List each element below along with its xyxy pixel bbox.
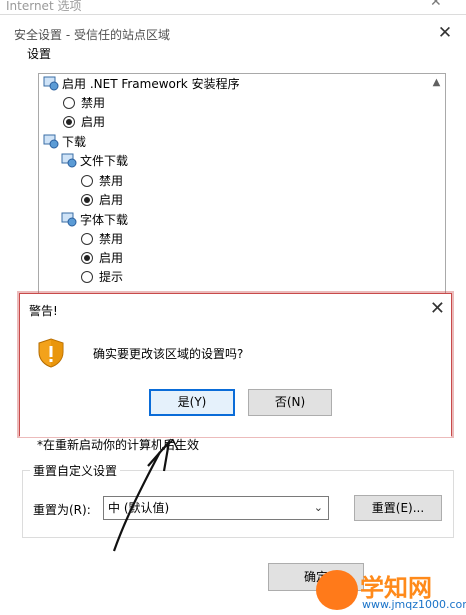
settings-node-icon bbox=[43, 134, 59, 149]
shield-warning-icon bbox=[38, 338, 64, 368]
settings-node-icon bbox=[61, 212, 77, 227]
tree-radio-file-disable[interactable]: 禁用 bbox=[81, 172, 123, 191]
tree-radio-label: 启用 bbox=[81, 115, 106, 129]
reset-level-select[interactable]: 中 (默认值) ⌄ bbox=[103, 496, 329, 520]
alert-close-icon[interactable]: ✕ bbox=[430, 298, 445, 319]
settings-node-icon bbox=[61, 153, 77, 168]
reset-group-title: 重置自定义设置 bbox=[30, 462, 121, 479]
tree-node-label: 下载 bbox=[62, 135, 87, 149]
radio-button-checked[interactable] bbox=[63, 116, 75, 128]
alert-title: 警告! bbox=[29, 304, 58, 318]
tree-radio-font-disable[interactable]: 禁用 bbox=[81, 230, 123, 249]
tree-radio-label: 禁用 bbox=[99, 174, 124, 188]
chevron-down-icon[interactable]: ⌄ bbox=[314, 497, 323, 519]
radio-button[interactable] bbox=[81, 271, 93, 283]
watermark-logo-icon bbox=[316, 570, 358, 610]
tree-radio-label: 禁用 bbox=[81, 96, 106, 110]
reset-to-label: 重置为(R): bbox=[33, 503, 91, 517]
reset-button[interactable]: 重置(E)... bbox=[354, 495, 442, 521]
tree-radio-label: 提示 bbox=[99, 270, 124, 284]
alert-message: 确实要更改该区域的设置吗? bbox=[93, 347, 244, 361]
settings-node-icon bbox=[43, 76, 59, 91]
tree-node-label: 文件下载 bbox=[80, 154, 129, 168]
tree-node-dotnet-installer: 启用 .NET Framework 安装程序 bbox=[43, 75, 240, 94]
radio-button[interactable] bbox=[81, 233, 93, 245]
restart-note: *在重新启动你的计算机后生效 bbox=[37, 438, 200, 452]
tree-radio-label: 启用 bbox=[99, 251, 124, 265]
tree-radio-dotnet-disable[interactable]: 禁用 bbox=[63, 94, 105, 113]
warning-alert-dialog: 警告! ✕ 确实要更改该区域的设置吗? 是(Y) 否(N) bbox=[19, 293, 452, 437]
background-window-title: Internet 选项 bbox=[6, 0, 82, 13]
no-button[interactable]: 否(N) bbox=[248, 389, 332, 416]
tree-node-file-download: 文件下载 bbox=[61, 152, 128, 171]
alert-titlebar: 警告! ✕ bbox=[20, 294, 451, 326]
tree-radio-font-prompt[interactable]: 提示 bbox=[81, 268, 123, 287]
radio-button[interactable] bbox=[63, 97, 75, 109]
settings-tree[interactable]: ▲ 启用 .NET Framework 安装程序 禁用 启用 下载 文件下载 禁… bbox=[38, 73, 446, 305]
yes-button[interactable]: 是(Y) bbox=[149, 389, 235, 416]
settings-group-label: 设置 bbox=[27, 47, 52, 61]
scroll-up-arrow-icon[interactable]: ▲ bbox=[428, 74, 445, 92]
radio-button-checked[interactable] bbox=[81, 252, 93, 264]
tree-node-label: 字体下载 bbox=[80, 213, 129, 227]
radio-button-checked[interactable] bbox=[81, 194, 93, 206]
radio-button[interactable] bbox=[81, 175, 93, 187]
tree-radio-dotnet-enable[interactable]: 启用 bbox=[63, 113, 105, 132]
dialog-close-icon[interactable]: ✕ bbox=[430, 20, 460, 46]
tree-radio-file-enable[interactable]: 启用 bbox=[81, 191, 123, 210]
tree-radio-label: 禁用 bbox=[99, 232, 124, 246]
tree-node-font-download: 字体下载 bbox=[61, 211, 128, 230]
watermark-url: www.jmqz1000.com bbox=[362, 598, 466, 611]
tree-node-download: 下载 bbox=[43, 133, 86, 152]
background-close-icon[interactable]: ✕ bbox=[430, 0, 442, 10]
reset-custom-settings-group: 重置自定义设置 重置为(R): 中 (默认值) ⌄ 重置(E)... bbox=[22, 462, 454, 538]
tree-node-label: 启用 .NET Framework 安装程序 bbox=[62, 77, 240, 91]
alert-body: 确实要更改该区域的设置吗? 是(Y) 否(N) bbox=[20, 326, 451, 437]
background-window-titlebar: Internet 选项 ✕ bbox=[0, 0, 466, 14]
tree-radio-font-enable[interactable]: 启用 bbox=[81, 249, 123, 268]
dialog-title: 安全设置 - 受信任的站点区域 bbox=[14, 28, 170, 42]
tree-radio-label: 启用 bbox=[99, 193, 124, 207]
reset-level-value: 中 (默认值) bbox=[108, 501, 170, 515]
watermark: 学知网 www.jmqz1000.com bbox=[310, 560, 466, 615]
